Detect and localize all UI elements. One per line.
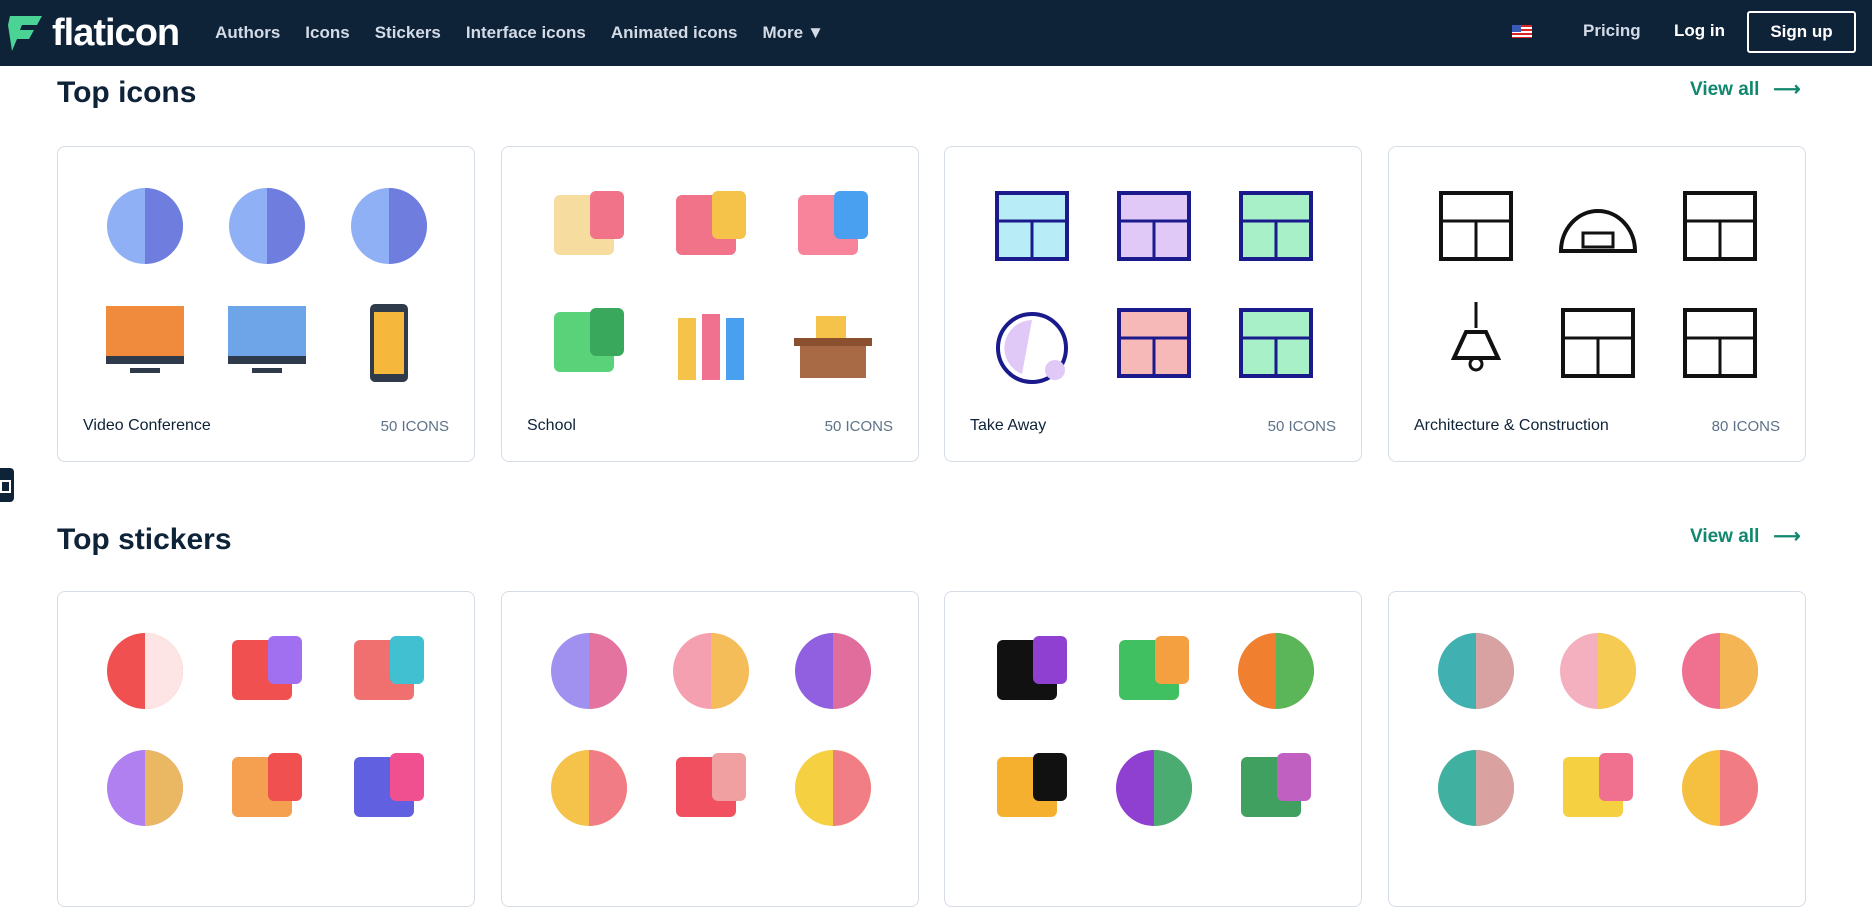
kid-bow-sticker-icon <box>1415 729 1537 846</box>
pack-icon-count: 50 ICONS <box>1267 418 1336 435</box>
bowling-team-sticker-icon <box>1093 729 1215 846</box>
lamp-icon <box>1415 284 1537 401</box>
top-icons-view-all[interactable]: View all ⟶ <box>1690 78 1801 101</box>
pack-preview-grid <box>528 167 894 401</box>
delivery-man-icon <box>1093 284 1215 401</box>
icon-pack-card[interactable]: Take Away 50 ICONS <box>944 146 1362 462</box>
monitor-chat-icon <box>206 284 328 401</box>
phone-call-icon <box>328 284 450 401</box>
pack-icon-count: 80 ICONS <box>1711 418 1780 435</box>
delivery-truck-icon <box>1215 167 1337 284</box>
notebook-icon <box>528 284 650 401</box>
mitten-sticker-icon <box>528 612 650 729</box>
strike-sticker-icon <box>971 729 1093 846</box>
bowler-sticker-icon <box>1215 612 1337 729</box>
login-link[interactable]: Log in <box>1674 21 1725 41</box>
top-stickers-title: Top stickers <box>57 523 232 556</box>
yarn-ball-sticker-icon <box>650 612 772 729</box>
top-stickers-view-all[interactable]: View all ⟶ <box>1690 525 1801 548</box>
flaticon-logo-icon <box>8 16 42 51</box>
icon-pack-card[interactable]: Architecture & Construction 80 ICONS <box>1388 146 1806 462</box>
alarm-clock-sticker-icon <box>84 612 206 729</box>
nav-stickers[interactable]: Stickers <box>375 23 441 43</box>
mail-icon <box>1659 284 1781 401</box>
house-icon <box>1659 167 1781 284</box>
monitor-grid-icon <box>84 284 206 401</box>
seollal-gift-sticker-icon <box>1415 612 1537 729</box>
bunny-sticker-icon <box>1537 612 1659 729</box>
nav-authors[interactable]: Authors <box>215 23 280 43</box>
logo-text: flaticon <box>52 11 180 54</box>
nav-interface-icons[interactable]: Interface icons <box>466 23 586 43</box>
top-navbar: flaticon Authors Icons Stickers Interfac… <box>0 0 1872 66</box>
pack-title: Take Away <box>970 417 1047 434</box>
blueprint-icon <box>1415 167 1537 284</box>
bowling-pins-sticker-icon <box>1093 612 1215 729</box>
us-flag-icon[interactable] <box>1512 25 1532 38</box>
side-feedback-tab[interactable] <box>0 468 14 502</box>
nav-animated-icons[interactable]: Animated icons <box>611 23 738 43</box>
pack-icon-count: 50 ICONS <box>824 418 893 435</box>
party-hat-sticker-icon <box>206 612 328 729</box>
pack-icon-count: 50 ICONS <box>380 418 449 435</box>
pricing-link[interactable]: Pricing <box>1583 21 1641 41</box>
takeaway-bag-icon <box>971 167 1093 284</box>
sticker-pack-card[interactable] <box>944 591 1362 907</box>
scoreboard-sticker-icon <box>1215 729 1337 846</box>
seollal-card-sticker-icon <box>1537 729 1659 846</box>
happy-seollal-sticker-icon <box>1659 612 1781 729</box>
pack-preview-grid <box>84 612 450 846</box>
voice-message-icon <box>328 167 450 284</box>
pack-title: Architecture & Construction <box>1414 417 1609 434</box>
view-all-label: View all <box>1690 525 1760 547</box>
nav-more[interactable]: More ▼ <box>762 23 823 43</box>
brick-wall-icon <box>1537 284 1659 401</box>
seollal-bag-sticker-icon <box>1659 729 1781 846</box>
arrow-right-icon: ⟶ <box>1773 526 1801 547</box>
sticker-pack-card[interactable] <box>501 591 919 907</box>
pack-preview-grid <box>1415 612 1781 846</box>
heart-knit-sticker-icon <box>772 612 894 729</box>
desk-icon <box>772 284 894 401</box>
eraser-icon <box>772 167 894 284</box>
sticky-notes-icon <box>528 167 650 284</box>
pack-title: School <box>527 417 576 434</box>
champagne-sticker-icon <box>328 612 450 729</box>
signup-button[interactable]: Sign up <box>1747 11 1856 53</box>
camera-off-icon <box>84 167 206 284</box>
pack-preview-grid <box>84 167 450 401</box>
caret-down-icon: ▼ <box>807 23 824 42</box>
icon-pack-card[interactable]: School 50 ICONS <box>501 146 919 462</box>
firework-rocket-sticker-icon <box>328 729 450 846</box>
pack-preview-grid <box>1415 167 1781 401</box>
nav-icons[interactable]: Icons <box>305 23 349 43</box>
arrow-right-icon: ⟶ <box>1773 79 1801 100</box>
sticker-pack-card[interactable] <box>1388 591 1806 907</box>
food-container-icon <box>1093 167 1215 284</box>
lunch-box-icon <box>650 167 772 284</box>
sticker-pack-card[interactable] <box>57 591 475 907</box>
enjoy-candy-sticker-icon <box>84 729 206 846</box>
pack-preview-grid <box>971 167 1337 401</box>
mic-off-icon <box>206 167 328 284</box>
stopwatch-icon <box>971 284 1093 401</box>
pack-title: Video Conference <box>83 417 211 434</box>
heart-needles-sticker-icon <box>772 729 894 846</box>
girl-sticker-icon <box>528 729 650 846</box>
icon-pack-card[interactable]: Video Conference 50 ICONS <box>57 146 475 462</box>
pack-preview-grid <box>971 612 1337 846</box>
view-all-label: View all <box>1690 78 1760 100</box>
top-icons-title: Top icons <box>57 76 197 109</box>
party-cone-sticker-icon <box>206 729 328 846</box>
nav-more-label: More <box>762 23 804 42</box>
hangar-icon <box>1537 167 1659 284</box>
bowling-time-sticker-icon <box>971 612 1093 729</box>
pack-preview-grid <box>528 612 894 846</box>
scooter-icon <box>1215 284 1337 401</box>
flaticon-logo[interactable]: flaticon <box>8 11 180 55</box>
crayons-icon <box>650 284 772 401</box>
scarf-sticker-icon <box>650 729 772 846</box>
